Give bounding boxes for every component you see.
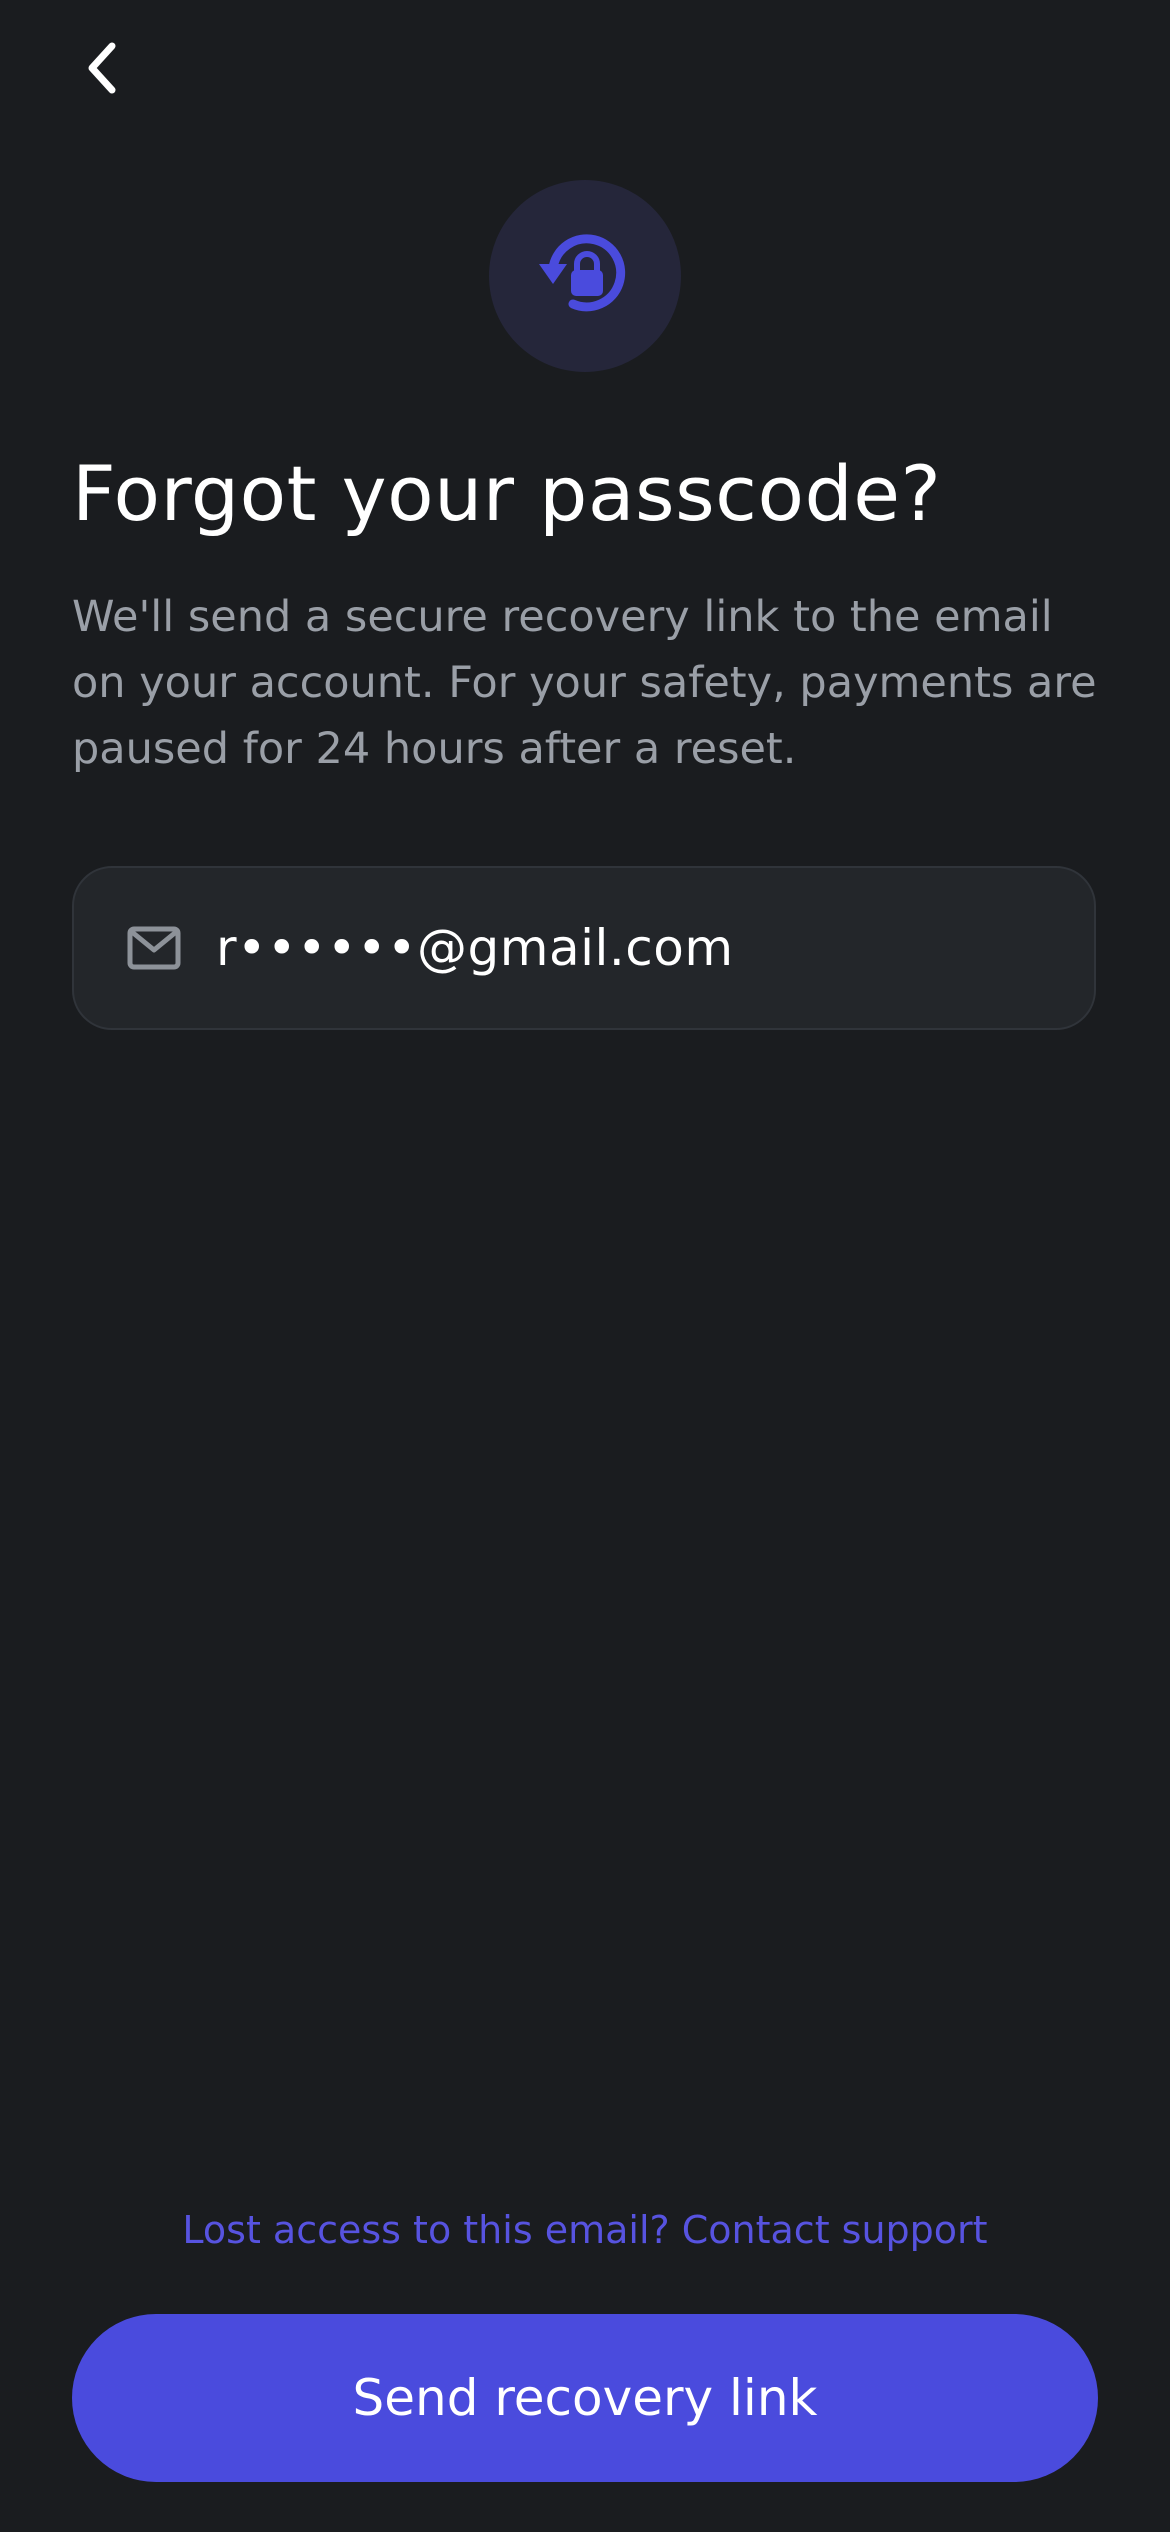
page-title: Forgot your passcode?: [72, 449, 942, 538]
back-button[interactable]: [62, 30, 142, 110]
mail-icon: [126, 920, 182, 976]
chevron-left-icon: [82, 38, 122, 102]
email-value: r••••••@gmail.com: [216, 919, 734, 977]
lock-reset-icon: [537, 226, 633, 326]
email-field[interactable]: r••••••@gmail.com: [72, 866, 1096, 1030]
send-recovery-link-button[interactable]: Send recovery link: [72, 2314, 1098, 2482]
hero-icon-circle: [489, 180, 681, 372]
page-description: We'll send a secure recovery link to the…: [72, 592, 1097, 774]
contact-support-link[interactable]: Lost access to this email? Contact suppo…: [0, 2208, 1170, 2252]
